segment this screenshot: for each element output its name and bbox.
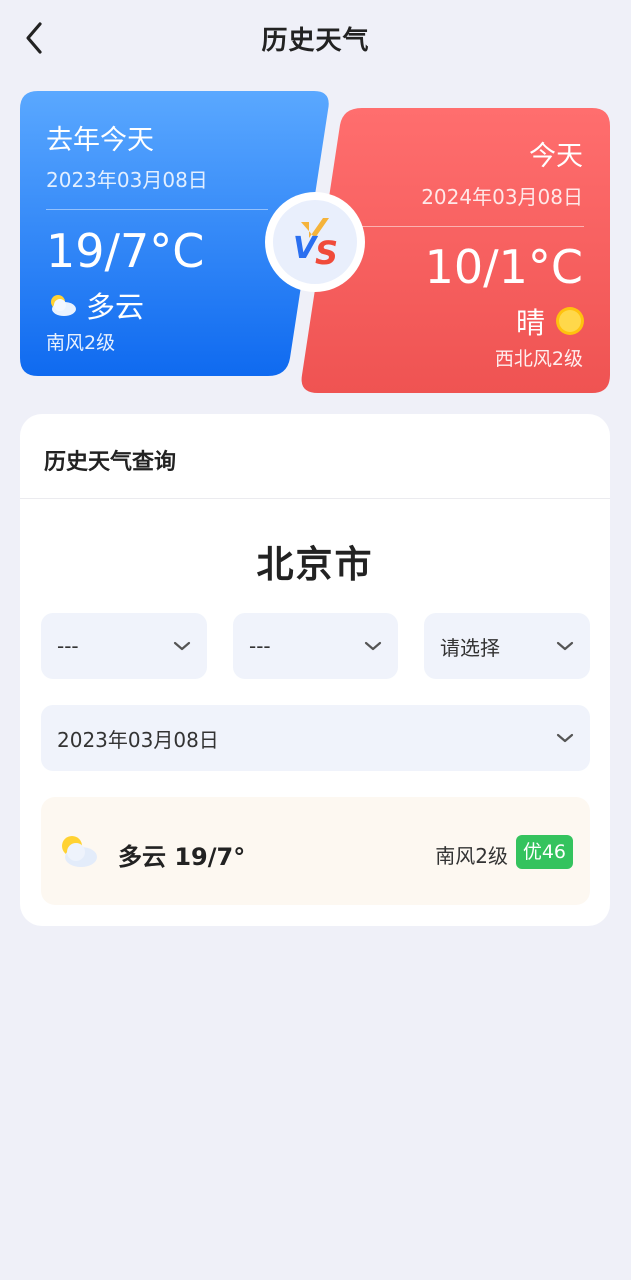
- date-select[interactable]: 2023年03月08日: [41, 705, 590, 771]
- today-temp: 10/1°C: [424, 240, 583, 294]
- district-select[interactable]: 请选择: [424, 613, 590, 679]
- province-select[interactable]: ---: [41, 613, 207, 679]
- city-select[interactable]: ---: [233, 613, 398, 679]
- last-year-condition: 多云: [86, 290, 145, 324]
- today-wind: 西北风2级: [494, 348, 583, 370]
- top-bar: 历史天气: [0, 0, 631, 76]
- today-date: 2024年03月08日: [421, 185, 583, 209]
- last-year-divider: [46, 209, 268, 210]
- city-select-value: ---: [249, 634, 271, 658]
- page-title: 历史天气: [261, 26, 370, 56]
- today-divider: [362, 226, 584, 227]
- panel-title: 历史天气查询: [44, 450, 177, 475]
- result-wind: 南风2级: [435, 844, 508, 868]
- last-year-temp: 19/7°C: [46, 224, 205, 278]
- last-year-title: 去年今天: [46, 125, 154, 156]
- weather-compare: 去年今天 2023年03月08日 19/7°C 多云 南风2级 今天 2024年…: [0, 88, 631, 398]
- aqi-badge: 优46: [515, 835, 573, 869]
- vs-icon: V S: [265, 192, 365, 292]
- today-condition: 晴: [515, 306, 545, 340]
- city-name: 北京市: [256, 543, 374, 586]
- query-result: 多云 19/7° 南风2级 优46: [41, 797, 590, 905]
- chevron-down-icon: [556, 641, 574, 651]
- result-condition-temp: 多云 19/7°: [118, 843, 246, 871]
- chevron-down-icon: [364, 641, 382, 651]
- partly-cloudy-icon: [62, 836, 97, 867]
- date-select-value: 2023年03月08日: [57, 727, 219, 752]
- history-query-panel: 历史天气查询 北京市 --- --- 请选择 2023年03月08日 多云 19…: [20, 414, 610, 926]
- chevron-down-icon: [173, 641, 191, 651]
- panel-divider: [20, 498, 610, 499]
- sun-icon: [556, 307, 584, 335]
- province-select-value: ---: [57, 634, 79, 658]
- history-weather-page: 历史天气 去年今天 2023年03月08日 19/7°C 多云 南风2级 今天 …: [0, 0, 631, 1280]
- chevron-down-icon: [556, 733, 574, 743]
- district-select-value: 请选择: [440, 635, 500, 660]
- partly-cloudy-icon: [51, 295, 76, 316]
- last-year-date: 2023年03月08日: [46, 168, 208, 192]
- today-condition-row: 晴: [516, 300, 585, 342]
- last-year-condition-row: 多云: [46, 284, 144, 326]
- vs-letter-s: S: [315, 234, 338, 272]
- last-year-wind: 南风2级: [46, 332, 116, 354]
- today-title: 今天: [529, 141, 583, 172]
